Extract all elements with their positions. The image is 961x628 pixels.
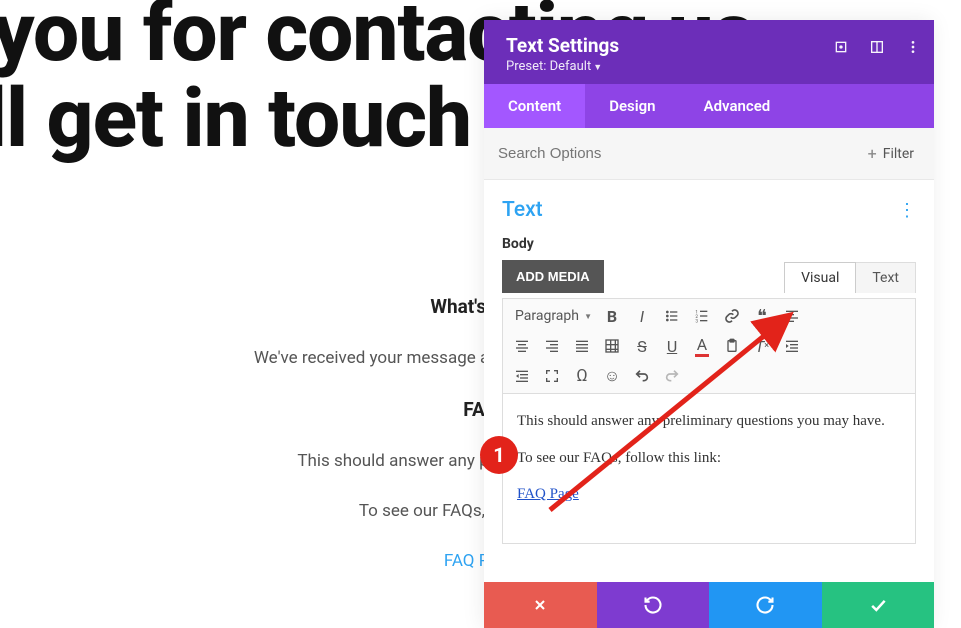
search-row: + Filter [484,128,934,180]
clear-formatting-icon[interactable]: T× [749,333,775,359]
redo-icon [755,595,775,615]
section-title[interactable]: Text [502,198,543,222]
panel-tabs: Content Design Advanced [484,84,934,128]
bullet-list-icon[interactable] [659,303,685,329]
align-center-icon[interactable] [509,333,535,359]
undo-icon[interactable] [629,363,655,389]
outdent-icon[interactable] [509,363,535,389]
editor-toolbar: Paragraph B I 123 ❝ [502,298,916,394]
panel-preset[interactable]: Preset: Default▼ [506,59,912,74]
align-left-icon[interactable] [779,303,805,329]
preset-label: Preset: Default [506,59,591,74]
bold-icon[interactable]: B [599,303,625,329]
add-media-button[interactable]: ADD MEDIA [502,260,604,293]
tab-content[interactable]: Content [484,84,585,128]
tab-design[interactable]: Design [585,84,679,128]
panel-header: Text Settings Preset: Default▼ [484,20,934,84]
fullscreen-icon[interactable] [539,363,565,389]
special-char-icon[interactable]: Ω [569,363,595,389]
text-color-icon[interactable]: A [689,333,715,359]
svg-text:3: 3 [695,319,698,324]
cancel-button[interactable] [484,582,597,628]
undo-button[interactable] [597,582,710,628]
filter-label: Filter [883,146,914,162]
editor-tab-visual[interactable]: Visual [784,262,856,293]
emoji-icon[interactable]: ☺ [599,363,625,389]
editor-paragraph-2[interactable]: To see our FAQs, follow this link: [517,447,901,470]
search-input[interactable] [498,145,862,162]
table-icon[interactable] [599,333,625,359]
tab-advanced[interactable]: Advanced [680,84,795,128]
redo-icon[interactable] [659,363,685,389]
snap-icon[interactable] [868,38,886,56]
quote-icon[interactable]: ❝ [749,303,775,329]
underline-icon[interactable]: U [659,333,685,359]
editor-paragraph-1[interactable]: This should answer any preliminary quest… [517,410,901,433]
align-justify-icon[interactable] [569,333,595,359]
editor-content[interactable]: This should answer any preliminary quest… [502,394,916,544]
more-menu-icon[interactable] [904,38,922,56]
indent-icon[interactable] [779,333,805,359]
plus-icon: + [868,144,877,163]
numbered-list-icon[interactable]: 123 [689,303,715,329]
annotation-badge: 1 [480,436,518,474]
align-right-icon[interactable] [539,333,565,359]
italic-icon[interactable]: I [629,303,655,329]
filter-button[interactable]: + Filter [862,140,920,167]
redo-button[interactable] [709,582,822,628]
save-button[interactable] [822,582,935,628]
panel-footer [484,582,934,628]
close-icon [532,597,548,613]
undo-icon [643,595,663,615]
paste-icon[interactable] [719,333,745,359]
section-more-icon[interactable]: ⋮ [898,200,916,221]
text-settings-panel: Text Settings Preset: Default▼ Content D… [484,20,934,628]
expand-icon[interactable] [832,38,850,56]
strikethrough-icon[interactable]: S [629,333,655,359]
check-icon [868,595,888,615]
body-label: Body [502,236,916,252]
editor-faq-link[interactable]: FAQ Page [517,486,579,502]
editor-tab-text[interactable]: Text [856,262,916,293]
caret-down-icon: ▼ [593,63,602,73]
format-select[interactable]: Paragraph [509,304,595,328]
panel-body: Text ⋮ Body ADD MEDIA Visual Text Paragr… [484,180,934,582]
link-icon[interactable] [719,303,745,329]
